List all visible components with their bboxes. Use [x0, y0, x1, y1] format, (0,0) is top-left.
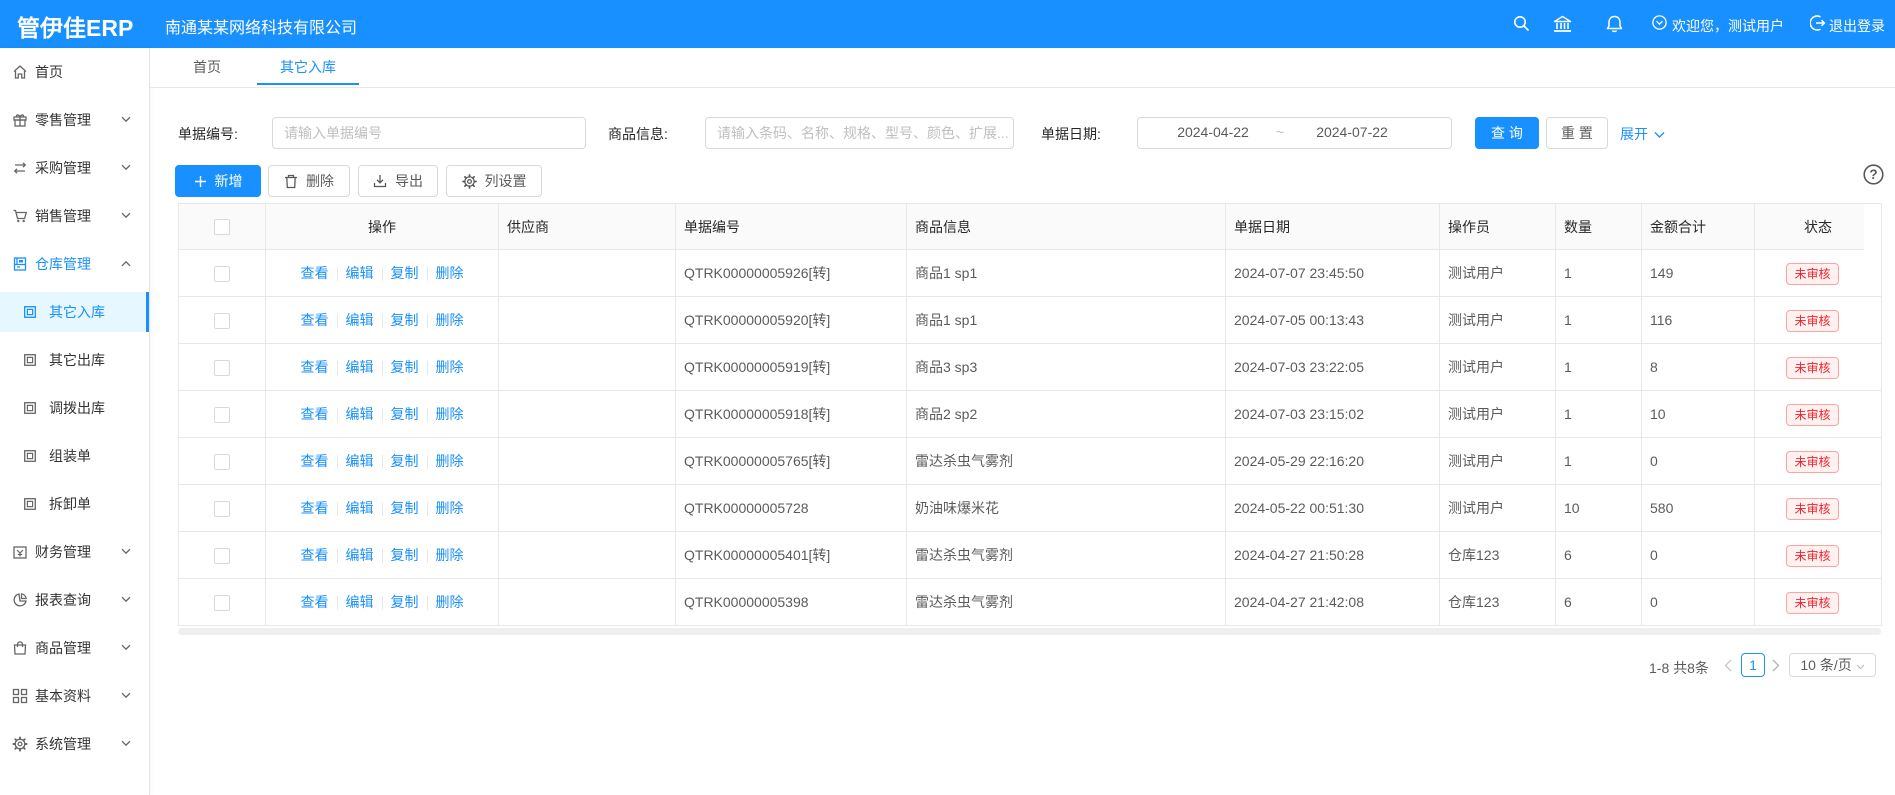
- svg-text:?: ?: [1869, 167, 1877, 182]
